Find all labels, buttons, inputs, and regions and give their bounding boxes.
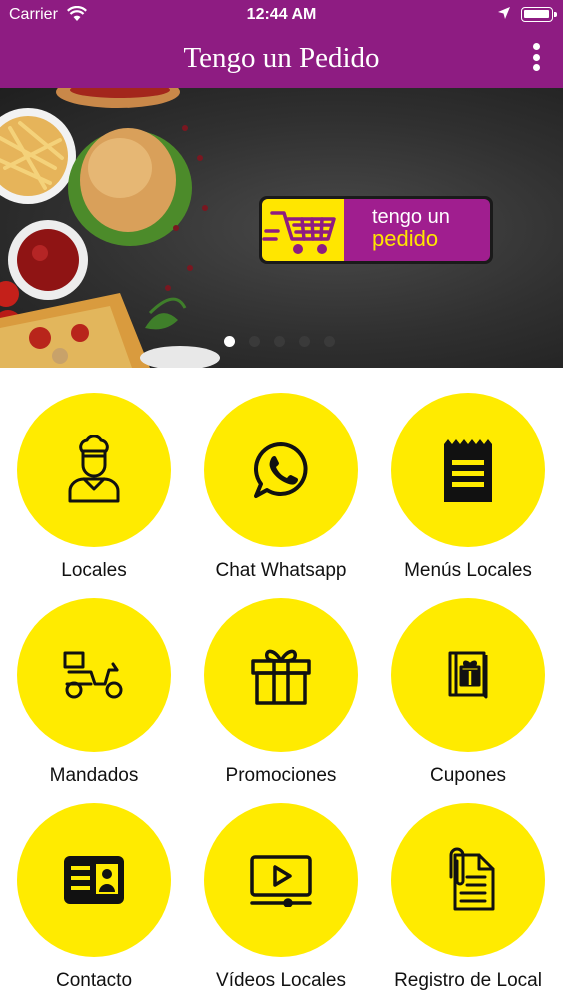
menu-tile-registro-de-local[interactable]: Registro de Local [383, 803, 553, 992]
menu-tile-label: Vídeos Locales [216, 970, 346, 991]
contact-card-icon [64, 856, 124, 904]
logo-line-1: tengo un [372, 206, 450, 228]
carousel-dot[interactable] [249, 336, 260, 347]
kebab-menu-icon[interactable] [522, 40, 550, 74]
menu-tile-locales[interactable]: Locales [9, 393, 179, 582]
carousel-dot[interactable] [274, 336, 285, 347]
menu-tile-label: Locales [61, 560, 127, 581]
menu-notepad-icon [444, 439, 492, 502]
carousel-dot[interactable] [224, 336, 235, 347]
carousel-dot[interactable] [324, 336, 335, 347]
menu-tile-label: Mandados [49, 765, 139, 786]
shopping-cart-icon [262, 199, 344, 261]
menu-tile-menus-locales[interactable]: Menús Locales [383, 393, 553, 582]
menu-tile-chat-whatsapp[interactable]: Chat Whatsapp [196, 393, 366, 582]
menu-tile-label: Promociones [225, 765, 337, 786]
menu-tile-label: Contacto [55, 970, 133, 991]
menu-tile-circle [391, 393, 545, 547]
page-title: Tengo un Pedido [183, 42, 380, 74]
delivery-scooter-icon [63, 651, 123, 699]
document-clip-icon [449, 847, 495, 911]
menu-tile-contacto[interactable]: Contacto [9, 803, 179, 992]
status-time: 12:44 AM [246, 6, 317, 23]
menu-tile-mandados[interactable]: Mandados [9, 598, 179, 787]
video-player-icon [250, 855, 312, 907]
menu-tile-circle [17, 393, 171, 547]
chef-icon [68, 435, 120, 503]
menu-tile-circle [391, 803, 545, 957]
menu-tile-label: Menús Locales [404, 560, 532, 581]
menu-tile-circle [204, 803, 358, 957]
logo-line-2: pedido [372, 226, 439, 251]
promo-banner-carousel[interactable]: tengo un pedido [0, 88, 563, 368]
logo-text: tengo un pedido [372, 206, 450, 250]
menu-tile-circle [204, 598, 358, 752]
tengo-un-pedido-logo: tengo un pedido [259, 196, 493, 264]
whatsapp-icon [254, 442, 308, 498]
menu-tile-label: Registro de Local [394, 970, 542, 991]
carousel-page-dots [224, 336, 335, 347]
carousel-dot[interactable] [299, 336, 310, 347]
location-arrow-icon [497, 6, 511, 25]
menu-tile-circle [204, 393, 358, 547]
battery-icon [521, 7, 557, 22]
menu-tile-videos-locales[interactable]: Vídeos Locales [196, 803, 366, 992]
menu-tile-label: Cupones [429, 765, 507, 786]
top-bar: Carrier 12:44 AM Tengo un Pedido [0, 0, 563, 88]
menu-tile-promociones[interactable]: Promociones [196, 598, 366, 787]
status-bar: Carrier 12:44 AM [0, 0, 563, 30]
gift-icon [251, 649, 311, 705]
coupon-book-icon [448, 651, 488, 699]
menu-tile-circle [17, 598, 171, 752]
menu-tile-label: Chat Whatsapp [215, 560, 347, 581]
menu-tile-circle [17, 803, 171, 957]
menu-tile-cupones[interactable]: Cupones [383, 598, 553, 787]
menu-tile-circle [391, 598, 545, 752]
nav-bar: Tengo un Pedido [0, 30, 563, 88]
